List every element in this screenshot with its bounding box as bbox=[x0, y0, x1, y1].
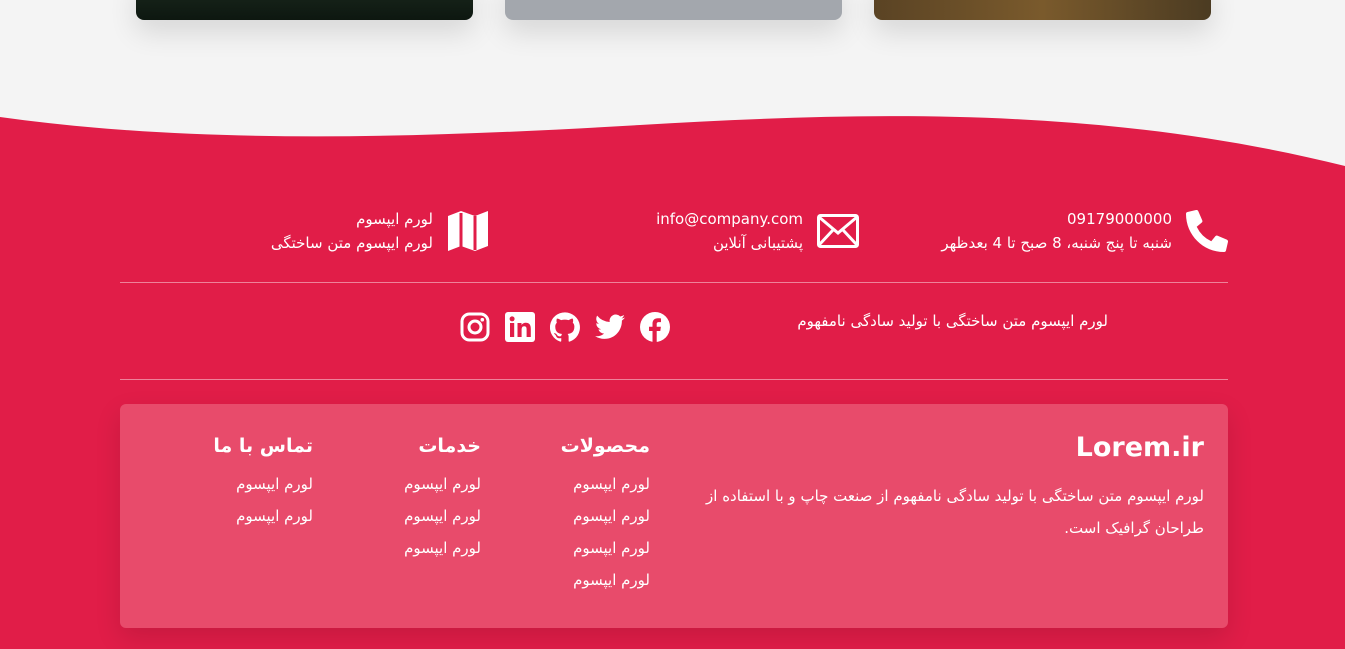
footer-link[interactable]: لورم ایپسوم bbox=[561, 564, 650, 596]
github-icon[interactable] bbox=[550, 312, 580, 342]
contact-phone: 09179000000 شنبه تا پنج شنبه، 8 صبح تا 4… bbox=[941, 207, 1228, 255]
contact-email: info@company.com پشتیبانی آنلاین bbox=[656, 207, 859, 255]
map-icon bbox=[447, 210, 489, 252]
divider bbox=[120, 379, 1228, 380]
linkedin-icon[interactable] bbox=[505, 312, 535, 342]
footer-link[interactable]: لورم ایپسوم bbox=[561, 532, 650, 564]
address-line-2: لورم ایپسوم متن ساختگی bbox=[270, 234, 433, 252]
working-hours: شنبه تا پنج شنبه، 8 صبح تا 4 بعدظهر bbox=[941, 234, 1172, 252]
footer-link[interactable]: لورم ایپسوم bbox=[213, 500, 313, 532]
column-title: تماس با ما bbox=[213, 435, 313, 457]
footer-column-contact: تماس با ما لورم ایپسوم لورم ایپسوم bbox=[213, 432, 313, 532]
facebook-icon[interactable] bbox=[640, 312, 670, 342]
envelope-icon bbox=[817, 214, 859, 248]
footer-link[interactable]: لورم ایپسوم bbox=[561, 500, 650, 532]
footer-link[interactable]: لورم ایپسوم bbox=[404, 468, 481, 500]
instagram-icon[interactable] bbox=[460, 312, 490, 342]
online-support-label: پشتیبانی آنلاین bbox=[712, 234, 803, 252]
footer-column-services: خدمات لورم ایپسوم لورم ایپسوم لورم ایپسو… bbox=[404, 432, 481, 564]
image-card-1[interactable] bbox=[136, 0, 473, 20]
footer-panel: Lorem.ir لورم ایپسوم متن ساختگی با تولید… bbox=[120, 404, 1228, 628]
brand-logo-text[interactable]: Lorem.ir bbox=[1076, 432, 1204, 463]
footer-link[interactable]: لورم ایپسوم bbox=[404, 500, 481, 532]
footer-link[interactable]: لورم ایپسوم bbox=[213, 468, 313, 500]
contact-address: لورم ایپسوم لورم ایپسوم متن ساختگی bbox=[271, 207, 489, 255]
column-title: خدمات bbox=[418, 435, 481, 457]
footer-link[interactable]: لورم ایپسوم bbox=[561, 468, 650, 500]
brand-description: لورم ایپسوم متن ساختگی با تولید سادگی نا… bbox=[706, 487, 1204, 537]
address-line-1: لورم ایپسوم bbox=[356, 210, 433, 228]
phone-icon bbox=[1186, 210, 1228, 252]
footer-tagline: لورم ایپسوم متن ساختگی با تولید سادگی نا… bbox=[797, 312, 1108, 330]
twitter-icon[interactable] bbox=[595, 312, 625, 342]
footer-column-products: محصولات لورم ایپسوم لورم ایپسوم لورم ایپ… bbox=[561, 432, 650, 596]
contact-info-row: 09179000000 شنبه تا پنج شنبه، 8 صبح تا 4… bbox=[0, 207, 1345, 267]
column-title: محصولات bbox=[560, 435, 650, 457]
divider bbox=[120, 282, 1228, 283]
image-card-2[interactable] bbox=[505, 0, 842, 20]
social-links bbox=[460, 312, 670, 342]
image-card-3[interactable] bbox=[874, 0, 1211, 20]
phone-number[interactable]: 09179000000 bbox=[941, 207, 1172, 231]
email-address[interactable]: info@company.com bbox=[656, 207, 803, 231]
footer-link[interactable]: لورم ایپسوم bbox=[404, 532, 481, 564]
